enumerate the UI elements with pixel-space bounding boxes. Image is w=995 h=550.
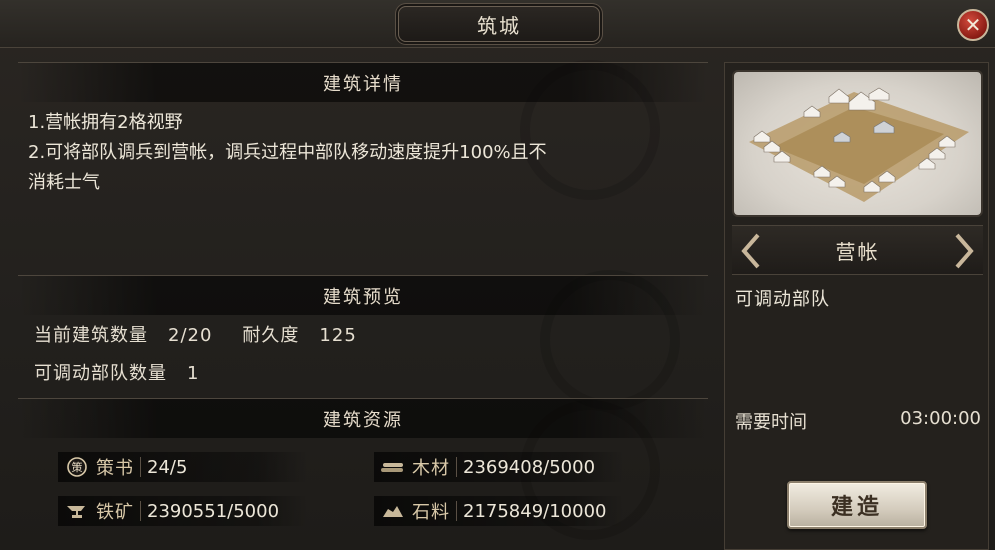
divider <box>140 501 141 521</box>
troops-value: 1 <box>187 363 200 384</box>
building-selector: 营帐 <box>732 225 983 275</box>
details-line: 2.可将部队调兵到营帐，调兵过程中部队移动速度提升100%且不 <box>28 142 547 163</box>
building-count-value: 2/20 <box>168 325 213 346</box>
resource-item: 策 策书 24/5 <box>58 452 308 482</box>
resource-item: 石料 2175849/10000 <box>374 496 624 526</box>
details-header: 建筑详情 <box>18 62 708 102</box>
chevron-left-icon[interactable] <box>738 232 764 270</box>
troops-label: 可调动部队数量 <box>34 363 167 384</box>
resource-item: 铁矿 2390551/5000 <box>58 496 308 526</box>
resource-item: 木材 2369408/5000 <box>374 452 624 482</box>
resource-value: 2390551/5000 <box>147 500 280 522</box>
building-name: 营帐 <box>835 239 880 264</box>
svg-text:策: 策 <box>72 460 83 474</box>
right-panel: 营帐 可调动部队 需要时间 03:00:00 建造 <box>724 62 989 550</box>
resource-label: 铁矿 <box>96 502 134 523</box>
divider <box>456 501 457 521</box>
build-time-row: 需要时间 03:00:00 <box>735 408 981 434</box>
durability-label: 耐久度 <box>242 325 300 346</box>
window-title: 筑城 <box>398 6 600 42</box>
stone-icon <box>380 498 406 524</box>
title-bar: 筑城 ✕ <box>0 0 995 48</box>
details-description: 1.营帐拥有2格视野 2.可将部队调兵到营帐，调兵过程中部队移动速度提升100%… <box>28 108 708 198</box>
left-panel: 建筑详情 1.营帐拥有2格视野 2.可将部队调兵到营帐，调兵过程中部队移动速度提… <box>18 60 708 550</box>
troops-row: 可调动部队数量 1 <box>34 359 199 385</box>
window-frame: 筑城 ✕ 建筑详情 1.营帐拥有2格视野 2.可将部队调兵到营帐，调兵过程中部队… <box>0 0 995 550</box>
building-preview-image <box>732 70 983 217</box>
resource-label: 石料 <box>412 502 450 523</box>
build-time-value: 03:00:00 <box>900 408 981 429</box>
resource-value: 24/5 <box>147 456 188 478</box>
resource-value: 2175849/10000 <box>463 500 607 522</box>
building-feature: 可调动部队 <box>735 289 830 310</box>
wood-icon <box>380 454 406 480</box>
iron-anvil-icon <box>64 498 90 524</box>
build-time-label: 需要时间 <box>735 412 807 433</box>
resource-value: 2369408/5000 <box>463 456 596 478</box>
build-button[interactable]: 建造 <box>787 481 927 529</box>
resource-label: 策书 <box>96 458 134 479</box>
details-line: 1.营帐拥有2格视野 <box>28 112 183 133</box>
chevron-right-icon[interactable] <box>951 232 977 270</box>
close-icon[interactable]: ✕ <box>957 9 989 41</box>
durability-value: 125 <box>319 325 357 346</box>
strategy-book-icon: 策 <box>64 454 90 480</box>
divider <box>456 457 457 477</box>
divider <box>140 457 141 477</box>
building-count-label: 当前建筑数量 <box>34 325 148 346</box>
building-count-row: 当前建筑数量 2/20 耐久度 125 <box>34 321 357 347</box>
resources-header: 建筑资源 <box>18 398 708 438</box>
details-line: 消耗士气 <box>28 172 100 193</box>
preview-header: 建筑预览 <box>18 275 708 315</box>
resource-label: 木材 <box>412 458 450 479</box>
